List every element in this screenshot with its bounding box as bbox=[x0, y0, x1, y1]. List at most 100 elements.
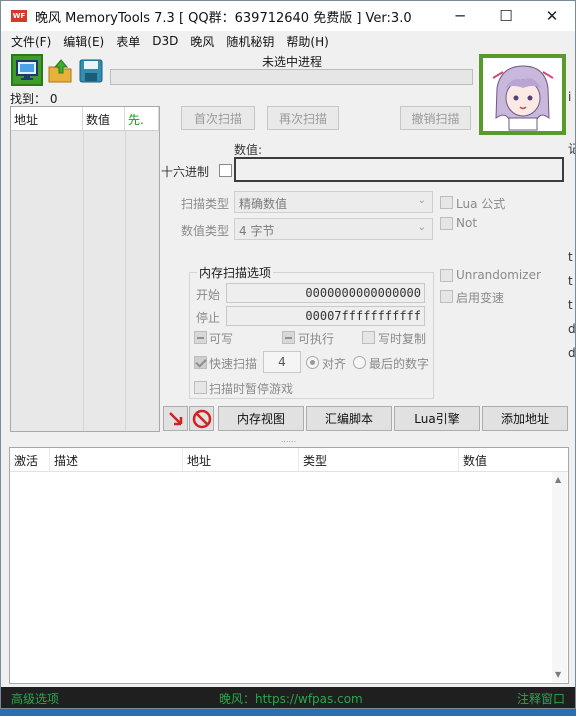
edge-text: d bbox=[568, 322, 576, 336]
scroll-down-icon[interactable]: ▼ bbox=[555, 670, 561, 679]
results-header: 地址 数值 先. bbox=[11, 107, 159, 131]
not-label: Not bbox=[456, 216, 478, 230]
maximize-button[interactable]: ☐ bbox=[483, 1, 529, 31]
menu-random-key[interactable]: 随机秘钥 bbox=[220, 33, 280, 50]
first-scan-button[interactable]: 首次扫描 bbox=[181, 106, 255, 130]
address-list-header: 激活 描述 地址 类型 数值 bbox=[10, 448, 568, 472]
results-body[interactable] bbox=[11, 131, 159, 431]
align-radio[interactable] bbox=[306, 356, 319, 369]
advanced-options-link[interactable]: 高级选项 bbox=[11, 690, 59, 707]
unrandomizer-checkbox[interactable] bbox=[440, 269, 453, 282]
process-label: 未选中进程 bbox=[261, 55, 322, 69]
menu-edit[interactable]: 编辑(E) bbox=[57, 33, 110, 50]
address-list[interactable]: 激活 描述 地址 类型 数值 ▲ ▼ bbox=[9, 447, 569, 684]
value-type-select[interactable]: 4 字节 ⌄ bbox=[234, 218, 433, 240]
memory-view-button[interactable]: 内存视图 bbox=[218, 406, 304, 431]
copy-on-write-checkbox[interactable] bbox=[362, 331, 375, 344]
progress-bar bbox=[110, 69, 473, 85]
scan-results-list[interactable]: 地址 数值 先. bbox=[10, 106, 160, 432]
status-bar: 高级选项 晚风：https://wfpas.com 注释窗口 bbox=[1, 687, 575, 708]
column-divider bbox=[125, 131, 126, 431]
start-label: 开始 bbox=[196, 288, 221, 302]
save-disk-icon bbox=[79, 59, 103, 83]
website-link[interactable]: 晚风：https://wfpas.com bbox=[219, 690, 363, 707]
fast-scan-label: 快速扫描 bbox=[209, 357, 258, 371]
scan-type-value: 精确数值 bbox=[239, 197, 288, 211]
stop-address-input[interactable]: 00007fffffffffff bbox=[226, 306, 425, 326]
fast-scan-checkbox[interactable] bbox=[194, 356, 207, 369]
edge-text: d bbox=[568, 346, 576, 360]
pointer-button[interactable] bbox=[163, 406, 188, 431]
scroll-up-icon[interactable]: ▲ bbox=[555, 475, 561, 484]
pause-game-checkbox[interactable] bbox=[194, 381, 207, 394]
lua-engine-button[interactable]: Lua引擎 bbox=[394, 406, 480, 431]
chevron-down-icon: ⌄ bbox=[417, 222, 426, 233]
value-label: 数值: bbox=[234, 143, 263, 157]
last-digits-label: 最后的数字 bbox=[369, 357, 430, 371]
edge-text: 记 bbox=[568, 140, 575, 157]
last-digits-radio[interactable] bbox=[353, 356, 366, 369]
open-file-button[interactable] bbox=[46, 56, 76, 86]
title-bar[interactable]: WF 晚风 MemoryTools 7.3 [ QQ群：639712640 免费… bbox=[1, 1, 575, 31]
computer-icon bbox=[16, 60, 38, 80]
menu-table[interactable]: 表单 bbox=[110, 33, 146, 50]
asm-script-button[interactable]: 汇编脚本 bbox=[306, 406, 392, 431]
anime-girl-icon bbox=[483, 58, 562, 131]
lua-formula-checkbox[interactable] bbox=[440, 196, 453, 209]
edge-text: t bbox=[568, 274, 573, 288]
executable-checkbox[interactable] bbox=[282, 331, 295, 344]
splitter-handle[interactable]: ...... bbox=[9, 436, 568, 446]
value-input[interactable] bbox=[234, 157, 564, 182]
memory-scan-options-title: 内存扫描选项 bbox=[197, 264, 274, 281]
no-entry-icon bbox=[192, 409, 211, 428]
unrandomizer-label: Unrandomizer bbox=[456, 268, 541, 282]
undo-scan-button[interactable]: 撤销扫描 bbox=[400, 106, 471, 130]
addr-col-type[interactable]: 类型 bbox=[299, 448, 459, 471]
value-type-label: 数值类型 bbox=[181, 224, 230, 238]
results-col-value[interactable]: 数值 bbox=[83, 107, 125, 130]
writable-label: 可写 bbox=[209, 332, 234, 346]
chevron-down-icon: ⌄ bbox=[417, 195, 426, 206]
menu-wanfeng[interactable]: 晚风 bbox=[184, 33, 220, 50]
stop-label: 停止 bbox=[196, 311, 221, 325]
pause-game-label: 扫描时暂停游戏 bbox=[209, 382, 294, 396]
minimize-button[interactable]: ─ bbox=[437, 1, 483, 31]
writable-checkbox[interactable] bbox=[194, 331, 207, 344]
app-logo-icon: WF bbox=[11, 10, 27, 22]
found-label: 找到： bbox=[10, 92, 47, 106]
main-window: WF 晚风 MemoryTools 7.3 [ QQ群：639712640 免费… bbox=[0, 0, 576, 709]
addr-col-description[interactable]: 描述 bbox=[50, 448, 183, 471]
results-col-first[interactable]: 先. bbox=[125, 107, 159, 130]
executable-label: 可执行 bbox=[298, 332, 335, 346]
addr-col-address[interactable]: 地址 bbox=[183, 448, 299, 471]
address-list-scrollbar[interactable]: ▲ ▼ bbox=[552, 472, 567, 682]
add-address-button[interactable]: 添加地址 bbox=[482, 406, 568, 431]
scan-type-label: 扫描类型 bbox=[181, 197, 230, 211]
menu-file[interactable]: 文件(F) bbox=[1, 33, 57, 50]
menu-d3d[interactable]: D3D bbox=[146, 34, 184, 48]
align-label: 对齐 bbox=[322, 357, 347, 371]
column-divider bbox=[83, 131, 84, 431]
open-folder-icon bbox=[48, 59, 72, 83]
hex-label: 十六进制 bbox=[161, 165, 210, 179]
comments-window-link[interactable]: 注释窗口 bbox=[517, 690, 565, 707]
next-scan-button[interactable]: 再次扫描 bbox=[267, 106, 339, 130]
scan-type-select[interactable]: 精确数值 ⌄ bbox=[234, 191, 433, 213]
logo-image[interactable] bbox=[479, 54, 566, 135]
not-checkbox[interactable] bbox=[440, 217, 453, 230]
results-col-address[interactable]: 地址 bbox=[11, 107, 83, 130]
start-address-input[interactable]: 0000000000000000 bbox=[226, 283, 425, 303]
menu-help[interactable]: 帮助(H) bbox=[280, 33, 334, 50]
speedhack-checkbox[interactable] bbox=[440, 290, 453, 303]
found-count: 找到： 0 bbox=[10, 90, 57, 107]
addr-col-value[interactable]: 数值 bbox=[459, 448, 568, 471]
fast-scan-input[interactable]: 4 bbox=[263, 351, 301, 373]
edge-text: t bbox=[568, 250, 573, 264]
clear-button[interactable] bbox=[189, 406, 214, 431]
value-type-value: 4 字节 bbox=[239, 224, 275, 238]
hex-checkbox[interactable] bbox=[219, 164, 232, 177]
addr-col-active[interactable]: 激活 bbox=[10, 448, 50, 471]
close-button[interactable]: ✕ bbox=[529, 1, 575, 31]
save-button[interactable] bbox=[76, 56, 106, 86]
select-process-button[interactable] bbox=[11, 54, 43, 86]
